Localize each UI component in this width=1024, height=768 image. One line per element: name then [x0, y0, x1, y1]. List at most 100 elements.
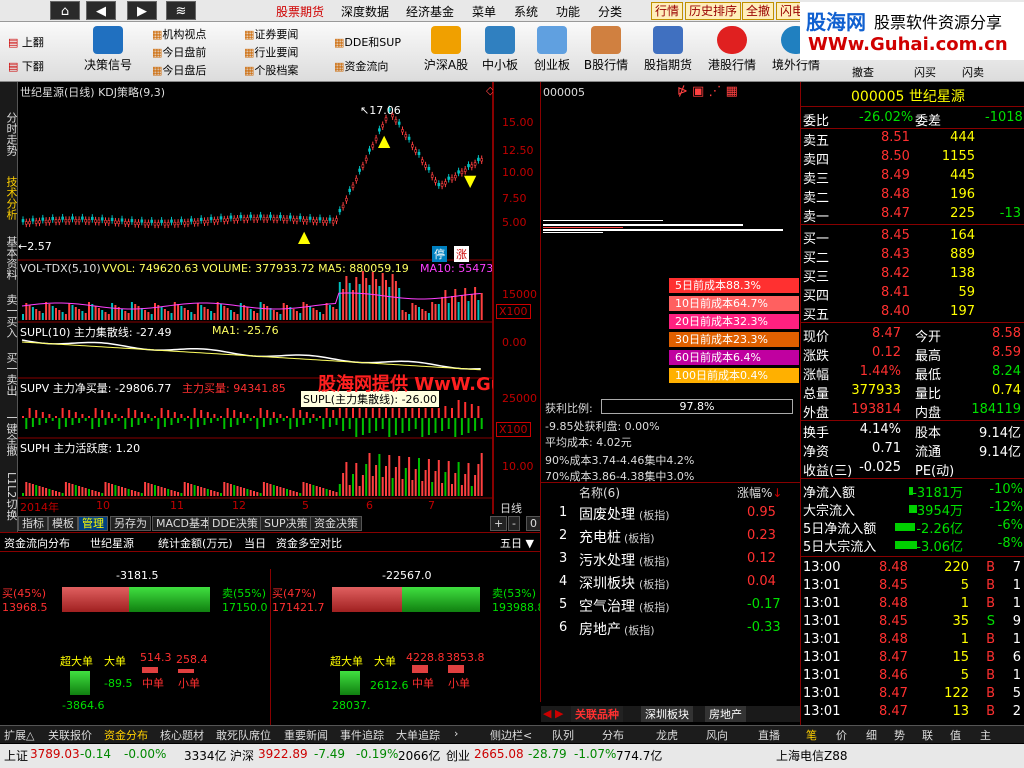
tab-dragon-tiger[interactable]: 龙虎 — [656, 727, 678, 743]
index-futures-button[interactable]: 股指期货 — [642, 24, 694, 73]
supv-bar — [253, 416, 255, 418]
sme-board-button[interactable]: 中小板 — [474, 24, 526, 73]
tab-l1-l2[interactable]: L1L2切换 — [1, 472, 18, 520]
page-down-button[interactable]: ▤ 下翻 — [8, 58, 44, 74]
quotes-button[interactable]: 行情 — [651, 2, 684, 20]
kline-chart[interactable]: 世纪星源(日线) KDJ策略(9,3) ◇ ▭ ▲ ▲ ▼ ↖17.06 ←2.… — [18, 82, 621, 514]
sector-row[interactable]: 3 污水处理 (板指) 0.12 — [541, 548, 800, 570]
hs-change: -7.49 — [314, 747, 346, 761]
tab-dare-seats[interactable]: 敢死队席位 — [216, 727, 271, 743]
menu-function[interactable]: 功能 — [556, 3, 580, 20]
zoom-in-button[interactable]: + — [490, 516, 508, 531]
securities-news-button[interactable]: ▦证券要闻 — [244, 26, 298, 42]
tab-save-as[interactable]: 另存为 — [110, 516, 151, 531]
fund-flow-button[interactable]: ▦资金流向 — [334, 58, 388, 74]
tab-related[interactable]: 关联品种 — [571, 706, 623, 722]
scroll-right-icon[interactable]: ▶ — [555, 707, 563, 720]
tab-dde[interactable]: DDE决策 — [208, 516, 262, 531]
server-label[interactable]: 上海电信Z88 — [776, 747, 848, 764]
sector-row[interactable]: 4 深圳板块 (板指) 0.04 — [541, 571, 800, 593]
reset-button[interactable]: 0 — [526, 516, 541, 531]
menu-category[interactable]: 分类 — [598, 3, 622, 20]
hk-stocks-button[interactable]: 港股行情 — [706, 24, 758, 73]
tab-fund-decision[interactable]: 资金决策 — [310, 516, 362, 531]
tab-detail-value[interactable]: 值 — [950, 727, 961, 743]
sidebar-toggle[interactable]: 侧边栏< — [490, 727, 532, 743]
supv-bar — [319, 416, 321, 418]
flash-buy-button[interactable]: 闪买 — [914, 64, 936, 80]
tab-detail-price[interactable]: 价 — [836, 727, 847, 743]
forward-icon[interactable]: ▶ — [127, 1, 157, 20]
gem-board-button[interactable]: 创业板 — [526, 24, 578, 73]
tab-fundamentals[interactable]: 基本资料 — [1, 236, 18, 280]
tab-distribution[interactable]: 分布 — [602, 727, 624, 743]
b-share-button[interactable]: B股行情 — [580, 24, 632, 73]
scroll-left-icon[interactable]: ◀ — [543, 707, 551, 720]
menu-economy-fund[interactable]: 经济基金 — [406, 3, 454, 20]
volume-bar — [322, 314, 325, 320]
tab-detail-trend[interactable]: 势 — [894, 727, 905, 743]
postmarket-button[interactable]: ▦今日盘后 — [152, 62, 206, 78]
tab-related-quote[interactable]: 关联报价 — [48, 727, 92, 743]
zoom-out-button[interactable]: - — [508, 516, 520, 531]
menu-depth-data[interactable]: 深度数据 — [341, 3, 389, 20]
tab-cancel-all[interactable]: 一键全撤 — [1, 412, 18, 456]
period-select[interactable]: 五日 ▼ — [500, 535, 534, 551]
tab-template[interactable]: 模板 — [48, 516, 78, 531]
level-volume: 444 — [950, 130, 975, 145]
menu-menu[interactable]: 菜单 — [472, 3, 496, 20]
menu-stocks-futures[interactable]: 股票期货 — [276, 3, 324, 20]
cancel-all-button[interactable]: 全撤 — [742, 2, 775, 20]
tab-wind[interactable]: 风向 — [706, 727, 728, 743]
sector-row[interactable]: 2 充电桩 (板指) 0.23 — [541, 525, 800, 547]
tab-buy1-sell[interactable]: 买一卖出 — [1, 352, 18, 396]
tab-detail-fine[interactable]: 细 — [866, 727, 877, 743]
institution-view-button[interactable]: ▦机构视点 — [152, 26, 206, 42]
tab-expand[interactable]: 扩展△ — [4, 727, 34, 743]
tab-sell1-buy[interactable]: 卖一买入 — [1, 294, 18, 338]
back-icon[interactable]: ◀ — [86, 1, 116, 20]
tab-detail-bi[interactable]: 笔 — [806, 727, 817, 743]
tab-intraday[interactable]: 分时走势 — [1, 112, 18, 156]
tab-indicator[interactable]: 指标 — [18, 516, 48, 531]
sector-row[interactable]: 5 空气治理 (板指) -0.17 — [541, 594, 800, 616]
tab-detail-main[interactable]: 主 — [980, 727, 991, 743]
tab-fund-dist[interactable]: 资金分布 — [104, 727, 148, 743]
tab-news[interactable]: 重要新闻 — [284, 727, 328, 743]
sector-row[interactable]: 1 固废处理 (板指) 0.95 — [541, 502, 800, 524]
home-icon[interactable]: ⌂ — [50, 1, 80, 20]
right-sell-bar — [402, 587, 480, 612]
volume-bar — [213, 313, 216, 320]
expand-icon[interactable]: ≋ — [166, 1, 196, 20]
tab-big-orders[interactable]: 大单追踪 — [396, 727, 440, 743]
cancel-check-button[interactable]: 撤查 — [852, 64, 874, 80]
tab-manage[interactable]: 管理 — [78, 516, 108, 531]
bottom-tabs: 扩展△ 关联报价 资金分布 核心题材 敢死队席位 重要新闻 事件追踪 大单追踪 … — [0, 725, 1024, 743]
page-up-button[interactable]: ▤ 上翻 — [8, 34, 44, 50]
tab-events[interactable]: 事件追踪 — [340, 727, 384, 743]
supv-bar — [385, 408, 387, 418]
flash-sell-button[interactable]: 闪卖 — [962, 64, 984, 80]
tab-technical[interactable]: 技术分析 — [1, 176, 18, 220]
industry-news-button[interactable]: ▦行业要闻 — [244, 44, 298, 60]
dde-sup-button[interactable]: ▦DDE和SUP — [334, 34, 401, 50]
tab-detail-link[interactable]: 联 — [922, 727, 933, 743]
menu-system[interactable]: 系统 — [514, 3, 538, 20]
tab-realestate[interactable]: 房地产 — [705, 706, 746, 722]
chip-tool-icons[interactable]: ⋫ ▣ ⋰ ▦ — [677, 84, 738, 99]
tab-core-topic[interactable]: 核心题材 — [160, 727, 204, 743]
tab-queue[interactable]: 队列 — [552, 727, 574, 743]
tab-shenzhen[interactable]: 深圳板块 — [641, 706, 693, 722]
tab-macd[interactable]: MACD基本 — [152, 516, 215, 531]
supv-bar — [45, 418, 48, 423]
more-tabs-icon[interactable]: › — [454, 727, 458, 740]
decision-signal-button[interactable]: 决策信号 — [82, 24, 134, 73]
premarket-button[interactable]: ▦今日盘前 — [152, 44, 206, 60]
sh-sz-a-button[interactable]: 沪深A股 — [420, 24, 472, 73]
tab-sup[interactable]: SUP决策 — [260, 516, 312, 531]
candle-body — [308, 216, 312, 220]
stock-profile-button[interactable]: ▦个股档案 — [244, 62, 298, 78]
history-sort-button[interactable]: 历史排序 — [685, 2, 742, 20]
sector-row[interactable]: 6 房地产 (板指) -0.33 — [541, 617, 800, 639]
tab-live[interactable]: 直播 — [758, 727, 780, 743]
